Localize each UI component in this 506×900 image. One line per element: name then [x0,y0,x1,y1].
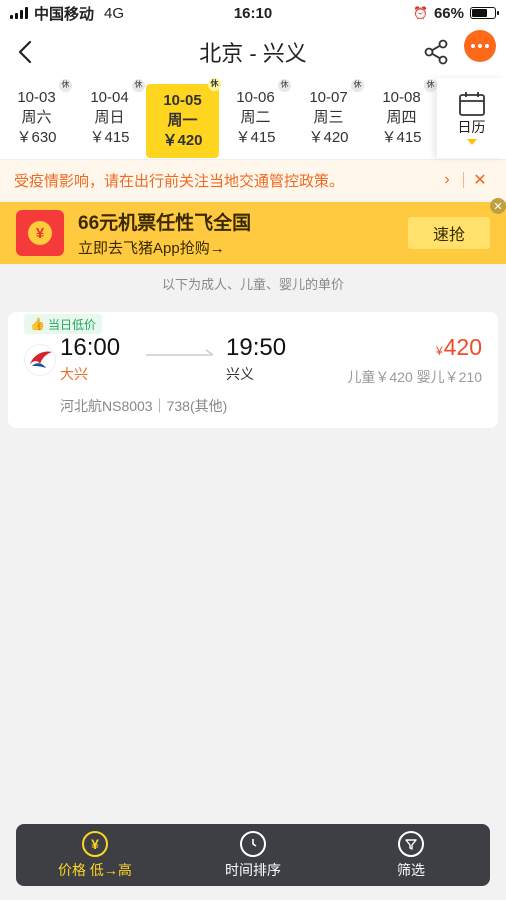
promo-subtitle: 立即去飞猪App抢购→ [78,240,225,257]
date-strip: 休 10-03 周六 ￥630 休 10-04 周日 ￥415 休 10-05 周一 ￥420 休 10-… [0,78,506,160]
nav-bar: 北京 - 兴义 [0,26,506,78]
chevron-right-icon[interactable]: › [435,171,459,189]
date-price: ￥630 [16,129,57,147]
price-hint: 以下为成人、儿童、婴儿的单价 [161,277,344,292]
date-cells: 休 10-03 周六 ￥630 休 10-04 周日 ￥415 休 10-05 周一 ￥420 休 10-… [0,78,438,159]
sort-by-time-label: 时间排序 [225,861,281,878]
network-type: 4G [104,4,125,22]
flight-card[interactable]: 👍 当日低价 16:00 大兴 19:50 兴义 ¥420 儿童￥420 婴儿￥… [8,312,498,428]
arrival-airport: 兴义 [226,366,254,382]
alarm-icon: ⏰ [413,6,428,20]
yuan-icon: ¥ [82,830,108,857]
status-bar: 中国移动 4G 16:10 ⏰ 66% [0,0,506,26]
price-value: 420 [443,334,482,360]
thumbs-up-icon: 👍 [30,317,45,331]
calendar-button[interactable]: 日历 [437,78,506,158]
holiday-badge: 休 [424,79,437,92]
date-price: ￥420 [162,132,203,150]
more-dot-icon [471,44,475,48]
holiday-badge: 休 [351,79,364,92]
date-price: ￥415 [235,129,276,147]
date-date: 10-03 [17,88,56,106]
filter-button[interactable]: 筛选 [332,824,490,886]
chevron-left-icon [18,40,32,64]
promo-title: 66元机票任性飞全国 [78,213,252,234]
airline-logo-icon [24,344,56,376]
date-option[interactable]: 休 10-06 周二 ￥415 [219,78,292,158]
date-weekday: 周一 [167,111,198,129]
promo-close-icon[interactable]: ✕ [490,198,506,214]
date-option[interactable]: 休 10-08 周四 ￥415 [365,78,438,158]
child-infant-prices: 儿童￥420 婴儿￥210 [347,369,482,385]
flight-info: 河北航NS8003｜738(其他) [60,398,228,414]
airline-bird-icon [30,351,52,368]
date-option[interactable]: 休 10-05 周一 ￥420 [146,78,221,158]
holiday-badge: 休 [59,79,72,92]
sort-by-price-button[interactable]: ¥ 价格 低→高 [16,824,174,886]
flight-price: ¥420 [436,334,482,361]
divider [463,172,464,188]
currency-symbol: ¥ [435,344,443,358]
date-date: 10-07 [309,88,348,106]
date-weekday: 周六 [21,108,52,126]
notice-banner[interactable]: 受疫情影响，请在出行前关注当地交通管控政策。 › ✕ [0,160,506,200]
date-price: ￥420 [308,129,349,147]
sort-by-time-button[interactable]: 时间排序 [174,824,332,886]
close-icon[interactable]: ✕ [468,170,492,190]
date-option[interactable]: 休 10-07 周三 ￥420 [292,78,365,158]
holiday-badge: 休 [278,79,291,92]
low-price-badge: 👍 当日低价 [24,314,102,334]
holiday-badge: 休 [132,79,145,92]
promo-banner[interactable]: ¥ 66元机票任性飞全国 立即去飞猪App抢购→ 速抢 ✕ [0,198,506,264]
date-weekday: 周三 [313,108,344,126]
date-date: 10-05 [163,91,202,109]
date-price: ￥415 [381,129,422,147]
date-price: ￥415 [89,129,130,147]
battery-icon [470,7,499,19]
departure-airport: 大兴 [60,366,88,382]
filter-icon [398,830,424,857]
status-left: 中国移动 4G [10,3,124,24]
date-date: 10-08 [382,88,421,106]
signal-icon [10,7,28,19]
clock-icon [240,830,266,857]
battery-percent: 66% [433,4,464,22]
battery-fill [472,9,487,17]
status-right: ⏰ 66% [413,4,499,22]
back-button[interactable] [0,26,50,78]
date-option[interactable]: 休 10-03 周六 ￥630 [0,78,73,158]
bottom-toolbar: ¥ 价格 低→高 时间排序 筛选 [16,824,490,886]
date-weekday: 周日 [94,108,125,126]
share-button[interactable] [422,38,450,66]
share-icon [424,39,448,65]
yuan-coin-icon: ¥ [28,221,52,245]
arrow-right-icon [146,349,214,356]
sort-by-price-label: 价格 低→高 [58,861,132,878]
arrival-time: 19:50 [226,334,287,361]
more-dot-icon [485,44,489,48]
notice-text: 受疫情影响，请在出行前关注当地交通管控政策。 [14,172,345,190]
date-weekday: 周四 [386,108,417,126]
date-date: 10-04 [90,88,129,106]
caret-down-icon [466,139,477,145]
calendar-icon [458,92,485,116]
calendar-label: 日历 [457,119,486,135]
promo-grab-button[interactable]: 速抢 [408,217,490,249]
red-envelope-icon: ¥ [16,210,64,256]
date-weekday: 周二 [240,108,271,126]
date-option[interactable]: 休 10-04 周日 ￥415 [73,78,146,158]
low-price-label: 当日低价 [47,317,96,332]
carrier-name: 中国移动 [34,5,95,23]
more-dot-icon [478,44,482,48]
more-button[interactable] [464,30,496,62]
date-date: 10-06 [236,88,275,106]
promo-text: 66元机票任性飞全国 立即去飞猪App抢购→ [78,208,408,258]
filter-label: 筛选 [397,861,425,878]
departure-time: 16:00 [60,334,121,361]
